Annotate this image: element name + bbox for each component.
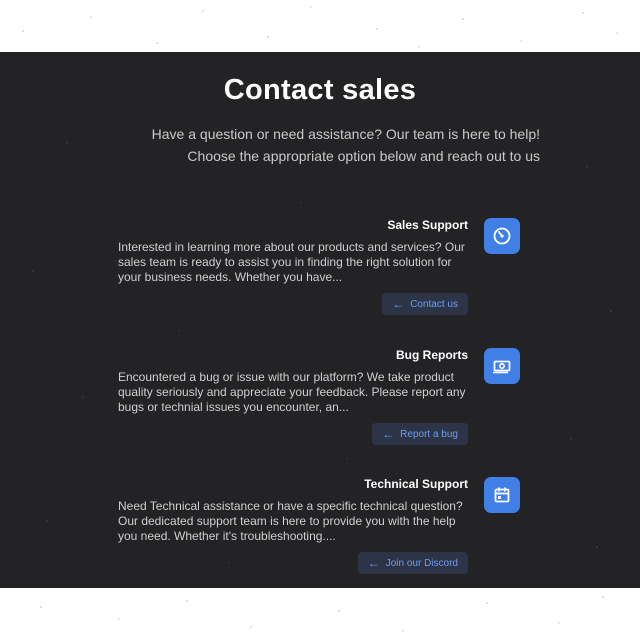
arrow-left-icon: ← <box>367 556 380 570</box>
gauge-icon <box>484 218 520 254</box>
join-discord-button[interactable]: ← Join our Discord <box>357 552 468 574</box>
intro-text: Have a question or need assistance? Our … <box>151 126 540 164</box>
arrow-left-icon: ← <box>392 297 405 311</box>
card-description: Need Technical assistance or have a spec… <box>118 499 463 543</box>
button-label: Join our Discord <box>385 557 458 569</box>
technical-support-card: Technical Support Need Technical assista… <box>110 477 520 587</box>
button-label: Contact us <box>410 298 458 310</box>
card-title: Bug Reports <box>396 348 468 362</box>
card-title: Sales Support <box>387 218 468 232</box>
report-bug-button[interactable]: ← Report a bug <box>372 423 468 445</box>
bug-reports-card: Bug Reports Encountered a bug or issue w… <box>110 348 520 458</box>
page-title: Contact sales <box>223 74 417 106</box>
card-title: Technical Support <box>364 477 468 491</box>
sales-support-card: Sales Support Interested in learning mor… <box>110 218 520 328</box>
money-icon <box>484 348 520 384</box>
contact-us-button[interactable]: ← Contact us <box>382 293 468 315</box>
card-description: Encountered a bug or issue with our plat… <box>118 370 466 414</box>
card-description: Interested in learning more about our pr… <box>118 240 465 284</box>
arrow-left-icon: ← <box>382 427 395 441</box>
calendar-icon <box>484 477 520 513</box>
button-label: Report a bug <box>400 428 458 440</box>
